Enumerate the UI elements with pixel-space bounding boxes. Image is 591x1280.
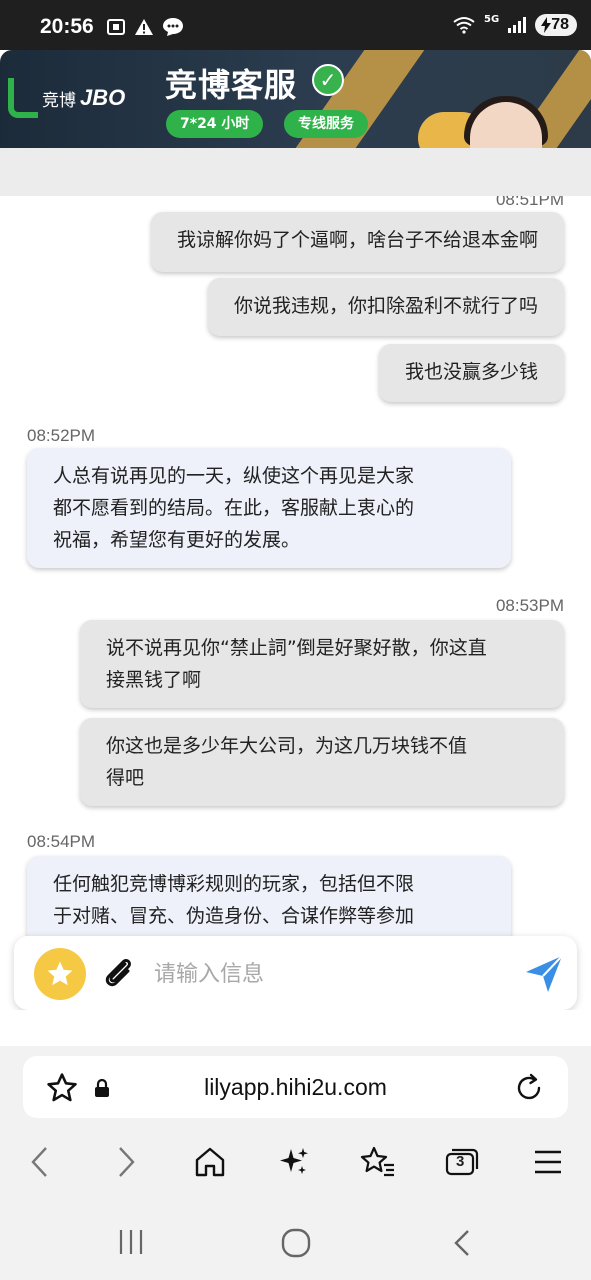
wifi-icon	[453, 17, 475, 34]
send-icon[interactable]	[522, 952, 566, 996]
recent-apps-icon[interactable]	[116, 1228, 146, 1256]
hours-pill: 7*24 小时	[166, 110, 264, 138]
incoming-message: 任何触犯竞博博彩规则的玩家，包括但不限 于对赌、冒充、伪造身份、合谋作弊等参加	[27, 856, 511, 936]
tabs-button[interactable]: 3	[442, 1138, 482, 1186]
brand-logo: 竞博 JBO	[8, 78, 125, 118]
message-text: 任何触犯竞博博彩规则的玩家，包括但不限	[53, 873, 415, 895]
message-composer	[14, 936, 577, 1010]
reload-icon[interactable]	[512, 1071, 546, 1105]
outgoing-message: 你说我违规，你扣除盈利不就行了吗	[207, 278, 564, 336]
logo-english-text: JBO	[80, 85, 126, 110]
warning-icon	[135, 19, 153, 35]
message-text: 祝福，希望您有更好的发展。	[53, 529, 301, 551]
message-text: 你这也是多少年大公司，为这几万块钱不值	[106, 735, 468, 757]
paperclip-icon[interactable]	[98, 952, 138, 992]
back-button[interactable]	[20, 1138, 60, 1186]
address-bar[interactable]: lilyapp.hihi2u.com	[23, 1056, 568, 1118]
outgoing-message: 我也没赢多少钱	[378, 344, 564, 402]
incoming-message: 人总有说再见的一天，纵使这个再见是大家 都不愿看到的结局。在此，客服献上衷心的 …	[27, 448, 511, 568]
outgoing-message: 说不说再见你“禁止詞”倒是好聚好散，你这直 接黑钱了啊	[80, 620, 564, 708]
verified-check-icon: ✓	[312, 64, 344, 96]
outgoing-message: 我谅解你妈了个逼啊，啥台子不给退本金啊	[150, 212, 564, 272]
chevron-right-icon	[119, 1147, 135, 1177]
network-type: 5G	[484, 13, 500, 25]
hamburger-menu-icon	[535, 1150, 561, 1174]
bookmarks-button[interactable]	[358, 1138, 398, 1186]
message-text: 说不说再见你“禁止詞”倒是好聚好散，你这直	[106, 637, 487, 659]
home-icon	[195, 1147, 225, 1177]
message-text: 接黑钱了啊	[106, 669, 202, 691]
message-text: 我也没赢多少钱	[404, 361, 538, 383]
home-circle-icon[interactable]	[280, 1228, 312, 1258]
signal-icon	[508, 17, 527, 33]
header-divider	[0, 148, 591, 196]
message-text: 我谅解你妈了个逼啊，啥台子不给退本金啊	[176, 229, 538, 251]
message-text: 你说我违规，你扣除盈利不就行了吗	[233, 295, 538, 317]
service-pill: 专线服务	[284, 110, 368, 138]
star-icon	[47, 961, 73, 986]
menu-button[interactable]	[528, 1138, 568, 1186]
bookmarks-icon	[360, 1146, 394, 1177]
banner-title: 竞博客服	[165, 66, 298, 104]
sparkles-icon	[280, 1148, 308, 1174]
screenshot-icon	[107, 19, 125, 35]
forward-button[interactable]	[106, 1138, 146, 1186]
chevron-left-icon	[31, 1147, 47, 1177]
ai-assistant-button[interactable]	[274, 1138, 314, 1186]
message-icon	[163, 18, 183, 36]
tab-count: 3	[456, 1153, 465, 1170]
outgoing-message: 你这也是多少年大公司，为这几万块钱不值 得吧	[80, 718, 564, 806]
message-timestamp: 08:52PM	[27, 426, 96, 445]
composer-spacer	[0, 1010, 591, 1046]
system-status: 5G 78	[452, 14, 577, 36]
notification-icons	[106, 17, 184, 37]
url-text: lilyapp.hihi2u.com	[204, 1074, 387, 1100]
status-bar: 20:56 5G 78	[0, 0, 591, 50]
system-navigation-bar	[0, 1220, 591, 1264]
message-text: 人总有说再见的一天，纵使这个再见是大家	[53, 465, 415, 487]
charging-icon	[541, 17, 552, 33]
message-text: 得吧	[106, 767, 145, 789]
browser-toolbar: lilyapp.hihi2u.com 3	[0, 1046, 591, 1280]
back-chevron-icon[interactable]	[450, 1228, 474, 1258]
message-input[interactable]	[154, 954, 514, 994]
home-button[interactable]	[190, 1138, 230, 1186]
logo-mark-icon	[8, 78, 38, 118]
chat-messages[interactable]: 08:51PM 我谅解你妈了个逼啊，啥台子不给退本金啊 你说我违规，你扣除盈利不…	[0, 196, 591, 936]
emoji-button[interactable]	[34, 948, 86, 1000]
message-timestamp: 08:51PM	[495, 196, 564, 209]
battery-level: 78	[551, 16, 569, 33]
message-timestamp: 08:53PM	[495, 596, 564, 615]
message-text: 都不愿看到的结局。在此，客服献上衷心的	[53, 497, 415, 519]
status-time: 20:56	[40, 15, 94, 38]
logo-chinese-text: 竞博	[42, 90, 76, 111]
message-text: 于对赌、冒充、伪造身份、合谋作弊等参加	[53, 905, 415, 927]
message-timestamp: 08:54PM	[27, 832, 96, 851]
browser-nav-row: 3	[0, 1138, 591, 1186]
battery-indicator: 78	[535, 14, 577, 36]
